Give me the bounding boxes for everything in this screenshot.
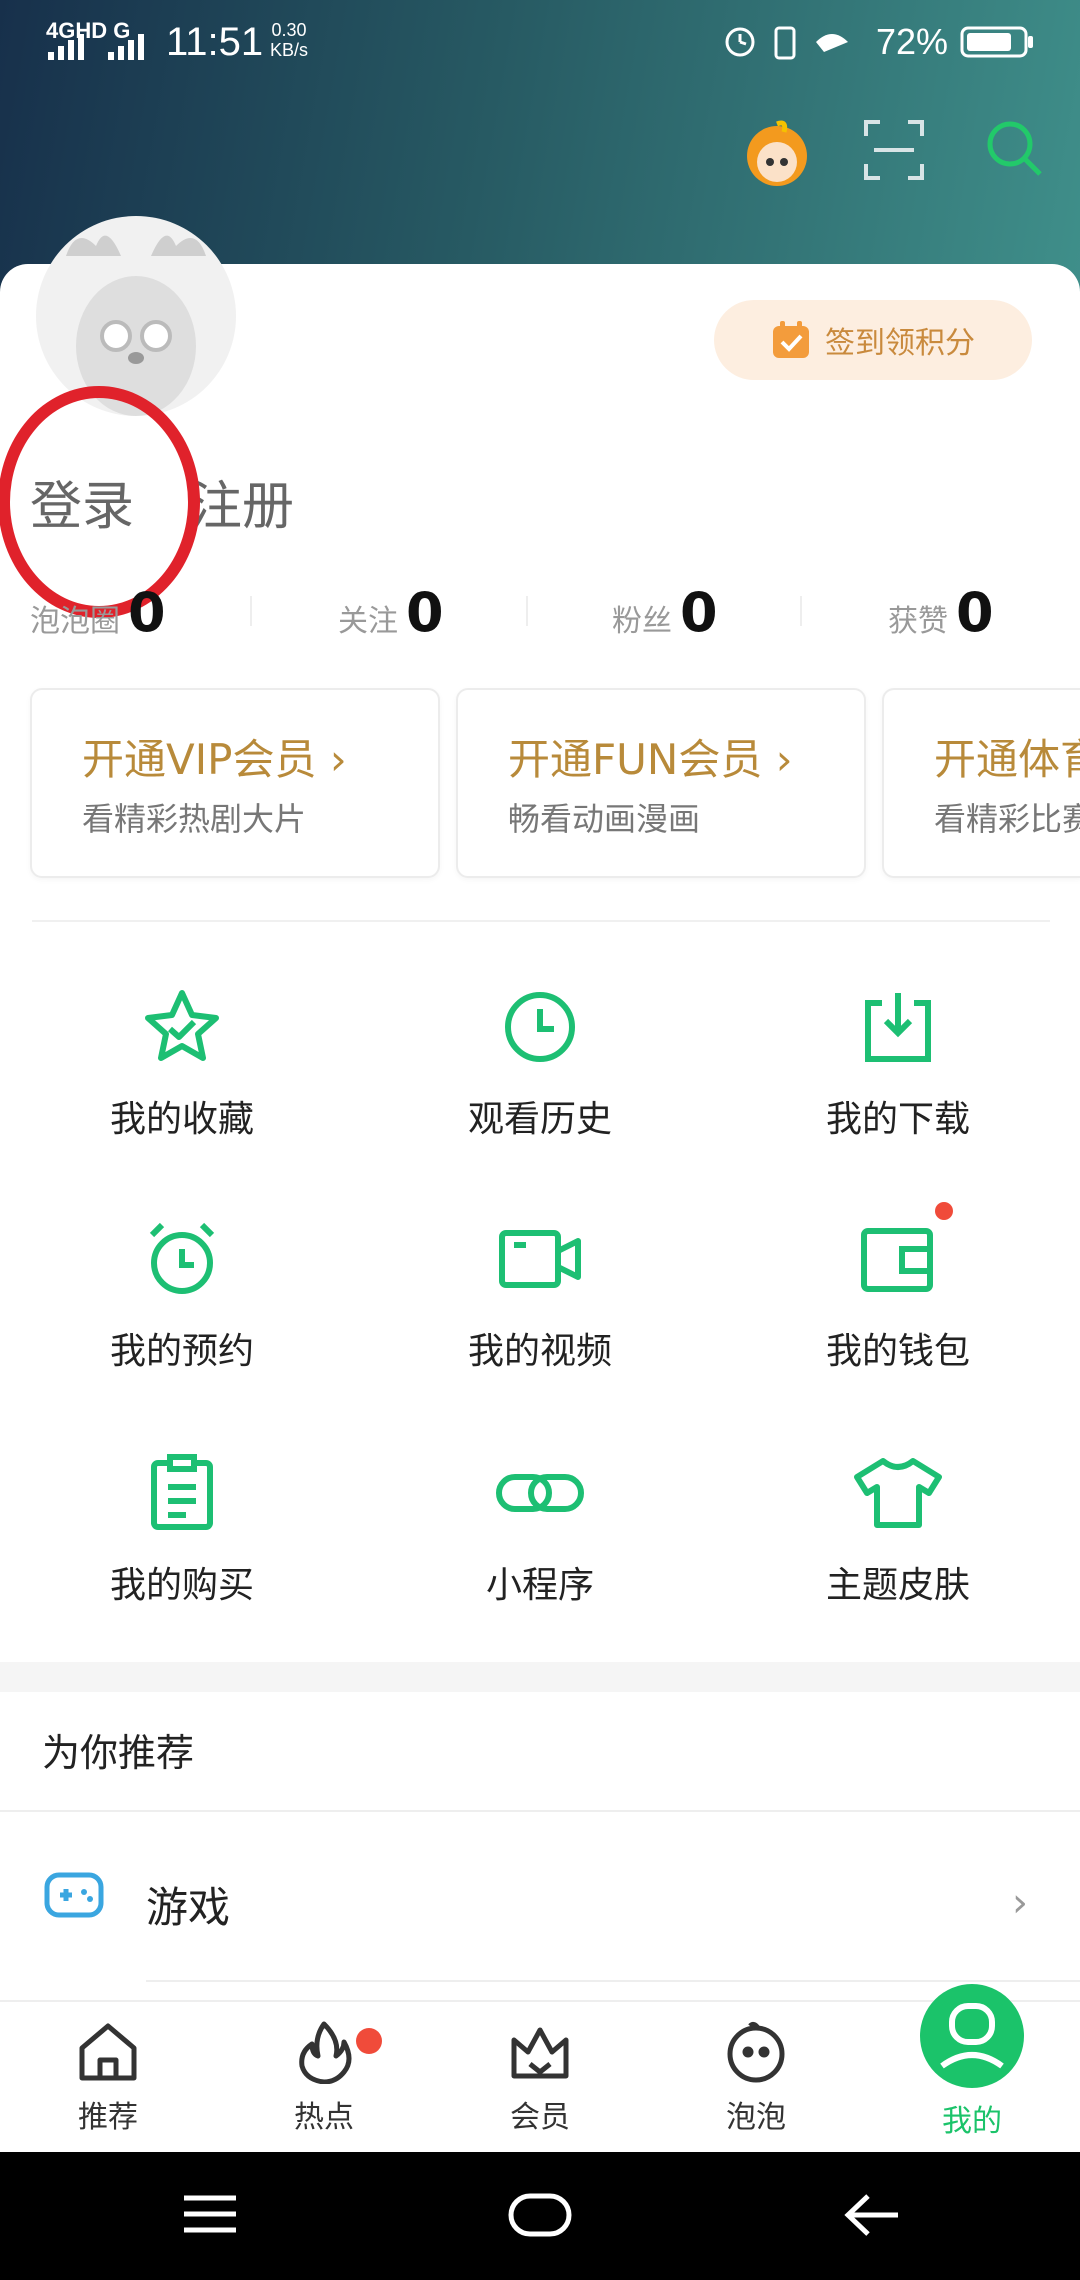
tab-vip[interactable]: 会员 xyxy=(460,2020,620,2150)
stat-divider xyxy=(250,596,252,626)
stat-label: 粉丝 xyxy=(612,604,672,639)
notification-dot xyxy=(356,2028,382,2054)
battery-icon xyxy=(960,26,1033,58)
battery-percent: 72% xyxy=(876,21,949,62)
grid-item-my-videos[interactable]: 我的视频 xyxy=(360,1214,720,1414)
tab-label: 推荐 xyxy=(78,2100,138,2135)
star-check-icon xyxy=(137,982,227,1072)
clipboard-icon xyxy=(137,1448,227,1538)
card-title: 开通VIP会员 xyxy=(82,735,317,784)
grid-label: 我的收藏 xyxy=(109,1099,254,1140)
vip-membership-card[interactable]: 开通VIP会员 › 看精彩热剧大片 xyxy=(30,688,440,878)
checkin-label: 签到领积分 xyxy=(825,326,975,361)
checkin-button[interactable]: 签到领积分 xyxy=(714,300,1032,380)
download-icon xyxy=(853,982,943,1072)
network-speed-value: 0.30 xyxy=(271,20,307,40)
recommend-item-label: 游戏 xyxy=(146,1883,231,1932)
user-icon xyxy=(940,2003,1004,2069)
tab-recommend[interactable]: 推荐 xyxy=(28,2020,188,2150)
stat-label: 获赞 xyxy=(888,604,948,639)
card-subtitle: 看精彩比赛 xyxy=(934,800,1080,838)
menu-icon[interactable] xyxy=(180,2190,240,2240)
stat-label: 泡泡圈 xyxy=(30,604,120,639)
wallet-icon xyxy=(853,1202,953,1304)
crown-icon xyxy=(511,2027,569,2079)
stat-divider xyxy=(526,596,528,626)
card-title: 开通体育 xyxy=(934,735,1080,784)
grid-label: 我的预约 xyxy=(109,1331,254,1372)
signal-icon xyxy=(48,34,144,60)
grid-label: 小程序 xyxy=(485,1565,594,1606)
network-speed-unit: KB/s xyxy=(270,40,309,60)
section-gap xyxy=(0,1662,1080,1692)
grid-item-reservations[interactable]: 我的预约 xyxy=(2,1214,362,1414)
home-button-icon[interactable] xyxy=(508,2190,572,2240)
gamepad-icon xyxy=(44,1872,104,1918)
chevron-right-icon: › xyxy=(775,735,793,784)
mascot-avatar-icon[interactable] xyxy=(742,118,812,188)
bubble-face-icon xyxy=(727,2021,785,2083)
stat-value: 0 xyxy=(956,581,994,644)
clock-icon xyxy=(495,982,585,1072)
wifi-icon xyxy=(816,34,848,52)
search-icon[interactable] xyxy=(984,118,1044,178)
sports-membership-card[interactable]: 开通体育 看精彩比赛 xyxy=(882,688,1080,878)
stat-divider xyxy=(800,596,802,626)
tab-label: 我的 xyxy=(942,2104,1002,2139)
tab-bubble[interactable]: 泡泡 xyxy=(676,2020,836,2150)
avatar[interactable] xyxy=(36,216,236,416)
grid-item-purchases[interactable]: 我的购买 xyxy=(2,1448,362,1648)
grid-item-themes[interactable]: 主题皮肤 xyxy=(718,1448,1078,1648)
tab-label: 泡泡 xyxy=(726,2100,786,2135)
video-camera-icon xyxy=(495,1214,585,1304)
scan-icon[interactable] xyxy=(864,120,924,180)
stat-value: 0 xyxy=(406,581,444,644)
card-subtitle: 看精彩热剧大片 xyxy=(82,800,307,838)
vibrate-icon xyxy=(774,26,796,60)
stat-label: 关注 xyxy=(338,604,398,639)
tab-hot[interactable]: 热点 xyxy=(244,2020,404,2150)
fire-icon xyxy=(299,2021,352,2084)
grid-item-mini-programs[interactable]: 小程序 xyxy=(360,1448,720,1648)
clock: 11:51 xyxy=(166,20,264,64)
grid-label: 主题皮肤 xyxy=(825,1565,970,1606)
grid-label: 我的钱包 xyxy=(825,1331,970,1372)
card-subtitle: 畅看动画漫画 xyxy=(508,800,701,838)
divider xyxy=(0,1810,1080,1812)
chevron-right-icon: › xyxy=(329,735,347,784)
chevron-right-icon: › xyxy=(1012,1880,1028,1926)
link-icon xyxy=(495,1448,585,1538)
calendar-check-icon xyxy=(773,321,809,358)
stat-value: 0 xyxy=(680,581,718,644)
stat-followers[interactable]: 粉丝 0 xyxy=(612,570,718,640)
stat-value: 0 xyxy=(128,581,166,644)
stat-following[interactable]: 关注 0 xyxy=(338,570,444,640)
grid-label: 我的视频 xyxy=(467,1331,612,1372)
grid-item-history[interactable]: 观看历史 xyxy=(360,982,720,1182)
network-speed: 0.30 KB/s xyxy=(270,20,308,60)
tab-label: 会员 xyxy=(510,2100,570,2135)
tshirt-icon xyxy=(853,1448,943,1538)
grid-label: 观看历史 xyxy=(467,1099,612,1140)
fun-membership-card[interactable]: 开通FUN会员 › 畅看动画漫画 xyxy=(456,688,866,878)
grid-item-favorites[interactable]: 我的收藏 xyxy=(2,982,362,1182)
section-title: 为你推荐 xyxy=(42,1731,195,1775)
notification-dot xyxy=(935,1202,953,1220)
grid-label: 我的购买 xyxy=(109,1565,254,1606)
home-icon xyxy=(79,2023,137,2081)
tab-mine[interactable] xyxy=(920,1984,1024,2088)
register-link[interactable]: 注册 xyxy=(190,464,294,539)
divider xyxy=(146,1980,1080,1982)
back-icon[interactable] xyxy=(842,2190,902,2240)
alarm-clock-icon xyxy=(137,1214,227,1304)
grid-item-wallet[interactable]: 我的钱包 xyxy=(718,1202,1078,1414)
tab-label: 热点 xyxy=(294,2100,354,2135)
grid-item-downloads[interactable]: 我的下载 xyxy=(718,982,1078,1182)
stat-likes[interactable]: 获赞 0 xyxy=(888,570,994,640)
stat-bubble-circle[interactable]: 泡泡圈 0 xyxy=(30,570,166,640)
divider xyxy=(32,920,1050,922)
status-icons xyxy=(725,26,848,60)
grid-label: 我的下载 xyxy=(825,1099,970,1140)
card-title: 开通FUN会员 xyxy=(508,735,763,784)
